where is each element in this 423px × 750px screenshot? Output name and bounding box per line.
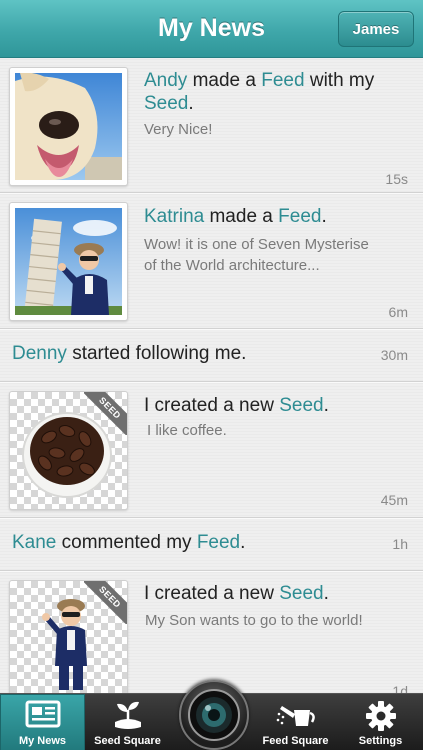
feed-item-headline: Andy made a Feed with my: [144, 70, 375, 91]
feed-item-headline: I created a new Seed.: [144, 395, 329, 416]
watering-can-icon: [276, 706, 315, 726]
seed-thumbnail[interactable]: SEED: [9, 391, 128, 510]
feed-item-comment-line2: of the World architecture...: [144, 257, 320, 274]
user-name-link[interactable]: Andy: [144, 70, 187, 91]
feed-item[interactable]: Kane commented my Feed. 1h: [0, 518, 423, 571]
timestamp: 6m: [388, 304, 408, 320]
feed-item[interactable]: Andy made a Feed with my Seed. Very Nice…: [0, 58, 423, 193]
feed-item[interactable]: SEED I created a new Seed. My Son wants …: [0, 571, 423, 693]
feed-item-comment: Very Nice!: [144, 121, 213, 138]
tab-settings[interactable]: Settings: [338, 694, 423, 750]
user-name-link[interactable]: Denny: [12, 343, 67, 364]
navigation-bar: My News James: [0, 0, 423, 58]
feed-item-comment: I like coffee.: [147, 422, 227, 439]
feed-link[interactable]: Feed: [261, 70, 304, 91]
feed-item[interactable]: SEED I created a new Seed. I like coffee…: [0, 382, 423, 518]
feed-item-headline: Denny started following me.: [12, 343, 247, 364]
feed-item[interactable]: Katrina made a Feed. Wow! it is one of S…: [0, 193, 423, 329]
seed-link[interactable]: Seed: [279, 583, 323, 604]
feed-item-headline: Katrina made a Feed.: [144, 206, 327, 227]
feed-item[interactable]: Denny started following me. 30m: [0, 329, 423, 382]
gear-icon: [365, 701, 396, 731]
seed-badge: SEED: [84, 581, 127, 624]
feed-item-headline: I created a new Seed.: [144, 583, 329, 604]
seed-badge: SEED: [84, 392, 127, 435]
feed-item-comment: My Son wants to go to the world!: [145, 612, 363, 629]
timestamp: 1d: [392, 683, 408, 693]
leaning-tower-photo: [15, 208, 122, 315]
feed-thumbnail[interactable]: [9, 67, 128, 186]
tab-feed-square[interactable]: Feed Square: [253, 694, 338, 750]
news-feed-list[interactable]: Andy made a Feed with my Seed. Very Nice…: [0, 58, 423, 693]
feed-item-headline: Kane commented my Feed.: [12, 532, 246, 553]
feed-link[interactable]: Feed: [197, 532, 240, 553]
user-name-link[interactable]: Katrina: [144, 206, 204, 227]
seed-thumbnail[interactable]: SEED: [9, 580, 128, 693]
camera-button[interactable]: [179, 680, 249, 750]
timestamp: 30m: [380, 347, 408, 363]
user-profile-button[interactable]: James: [338, 11, 414, 47]
dog-photo: [15, 73, 122, 180]
news-icon: [25, 700, 60, 728]
page-title: My News: [158, 14, 265, 42]
sprout-icon: [114, 701, 141, 729]
seed-link[interactable]: Seed: [279, 395, 323, 416]
feed-item-headline-line2: Seed.: [144, 93, 194, 114]
tab-seed-square[interactable]: Seed Square: [85, 694, 170, 750]
timestamp: 15s: [385, 171, 408, 187]
feed-item-comment-line1: Wow! it is one of Seven Mysterise: [144, 236, 369, 253]
timestamp: 1h: [392, 536, 408, 552]
tab-my-news[interactable]: My News: [0, 694, 85, 750]
camera-lens-icon: [188, 689, 240, 741]
feed-link[interactable]: Feed: [278, 206, 321, 227]
seed-link[interactable]: Seed: [144, 93, 188, 114]
user-name-link[interactable]: Kane: [12, 532, 56, 553]
timestamp: 45m: [380, 492, 408, 508]
feed-thumbnail[interactable]: [9, 202, 128, 321]
